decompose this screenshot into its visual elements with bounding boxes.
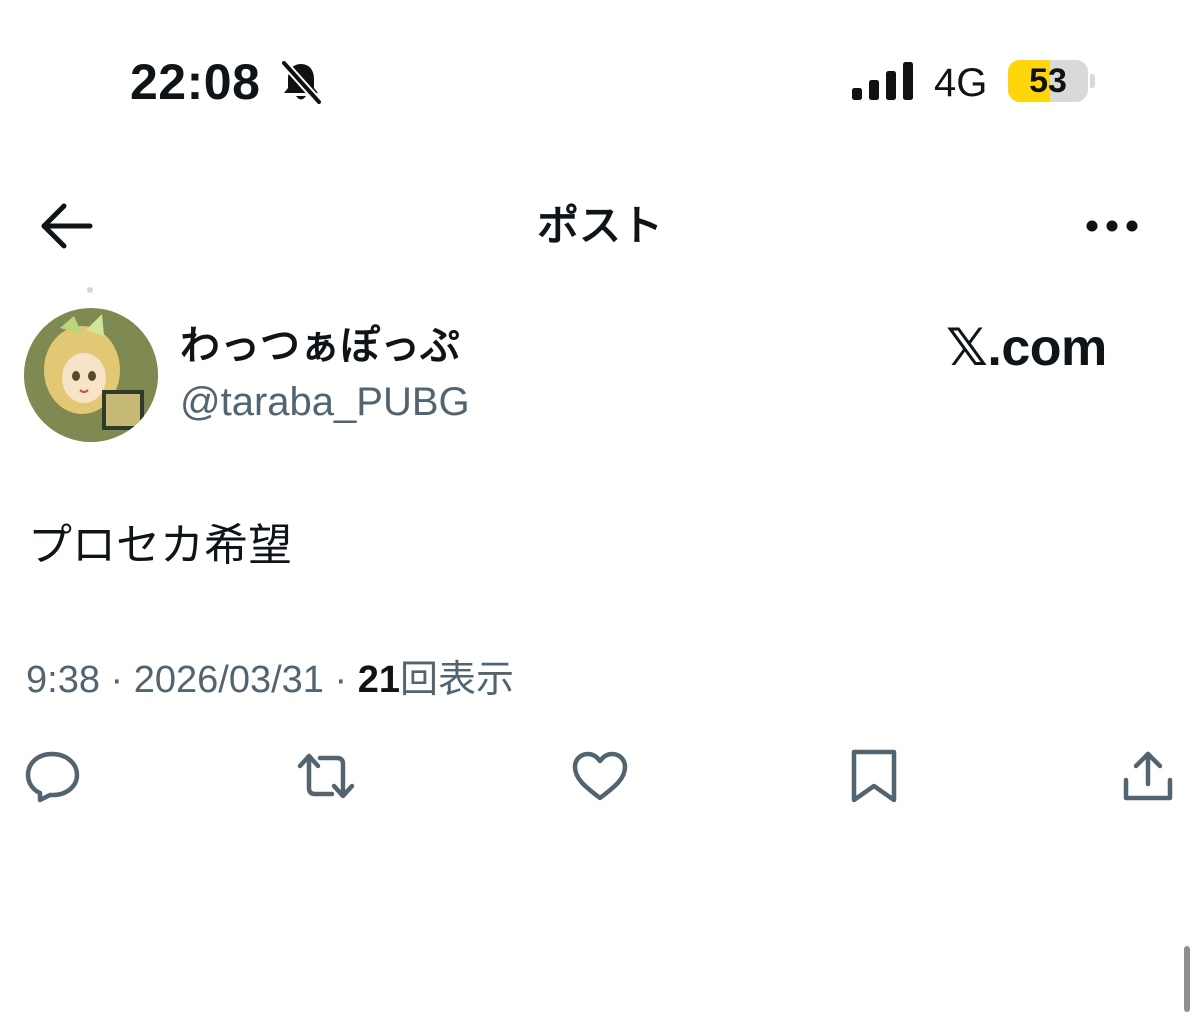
bookmark-icon [851,749,897,803]
heart-icon [572,751,628,801]
arrow-left-icon [41,203,93,249]
post-date[interactable]: 2026/03/31 [134,659,324,701]
display-name[interactable]: わっつぁぽっぷ [180,322,460,370]
share-button[interactable] [1118,748,1178,804]
reply-button[interactable] [22,748,82,804]
user-handle[interactable]: @taraba_PUBG [180,378,470,426]
battery-percentage: 53 [1029,62,1067,100]
views-label: 回表示 [400,659,515,701]
status-time: 22:08 [130,54,261,110]
post-text: プロセカ希望 [28,521,292,570]
cellular-signal-icon [852,62,916,100]
scrollbar[interactable] [1184,946,1190,1012]
page-title: ポスト [536,202,663,249]
bell-slash-icon [278,58,324,106]
repost-icon [297,753,355,799]
thread-dot [87,287,93,293]
share-icon [1123,751,1173,801]
network-type: 4G [934,61,988,105]
avatar[interactable] [24,308,158,442]
reply-icon [25,751,80,803]
x-com-watermark: 𝕏.com [946,319,1107,377]
meta-separator: · [99,659,134,701]
avatar-illustration [24,308,158,442]
meta-separator: · [323,659,358,701]
repost-button[interactable] [296,748,356,804]
ellipsis-icon [1086,220,1138,232]
post-meta: 9:38 · 2026/03/31 · 21回表示 [26,656,514,704]
battery-icon: 53 [1008,60,1096,102]
like-button[interactable] [570,748,630,804]
more-options-button[interactable] [1080,204,1144,248]
post-time[interactable]: 9:38 [26,659,100,701]
bookmark-button[interactable] [844,748,904,804]
back-button[interactable] [36,198,100,254]
views-count: 21 [357,659,400,701]
